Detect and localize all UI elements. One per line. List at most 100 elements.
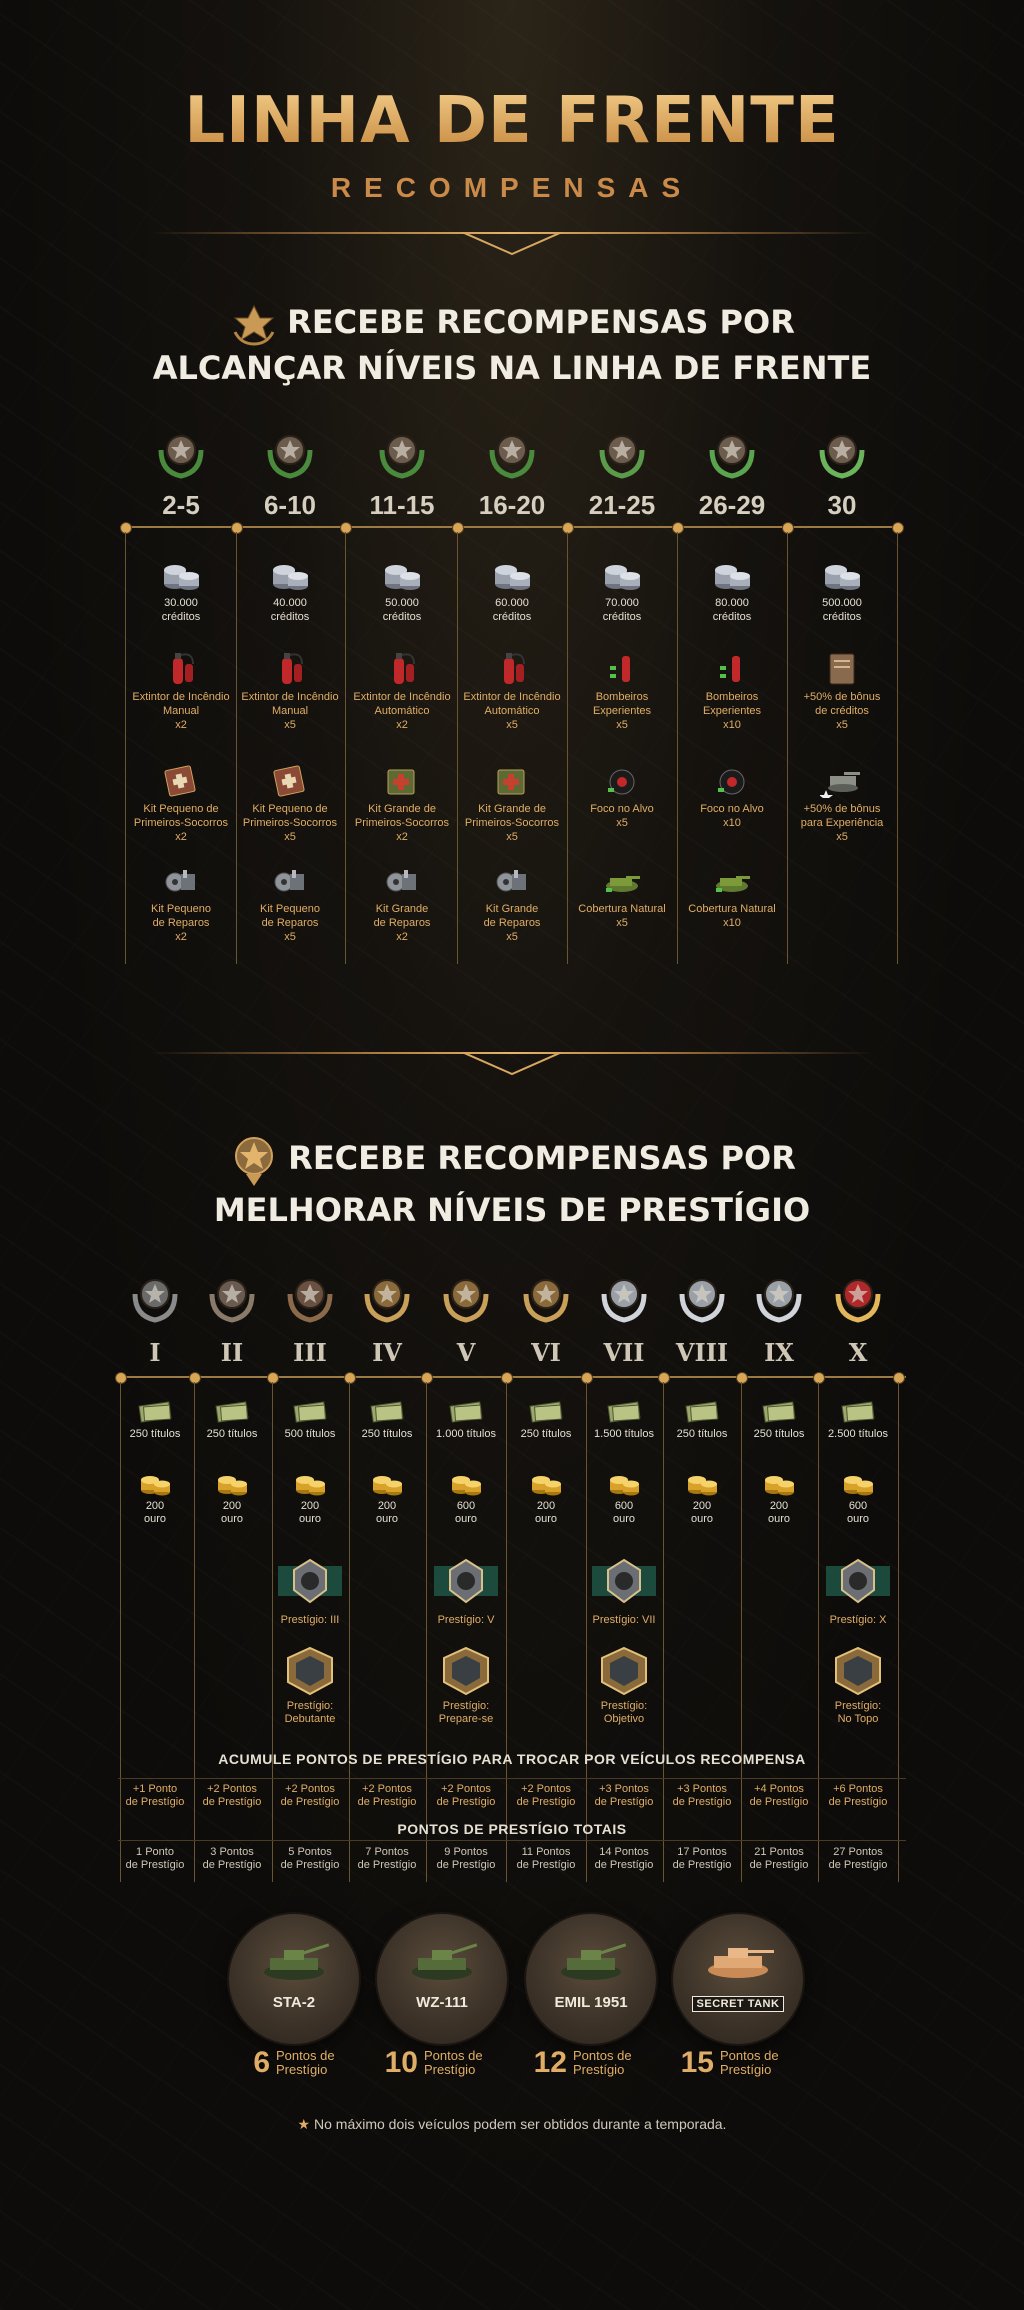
repair-kit-icon: [268, 862, 312, 898]
extinguisher-label: Extintor de Incêndio Manual: [132, 691, 230, 717]
bonds-icon: [839, 1394, 877, 1424]
bonds-reward: 250 títulos: [193, 1394, 271, 1441]
prestige-emblem-reward: Prestígio: X: [819, 1556, 897, 1627]
gold-amount: 200 ouro: [534, 1500, 558, 1525]
prestige-emblem-icon: [278, 1556, 342, 1610]
prestige-rank-badge-icon: [129, 1272, 181, 1324]
credits-icon: [600, 556, 644, 592]
timeline-dot: [672, 522, 684, 534]
kit-qty: x2: [396, 831, 408, 843]
fire-extinguisher-icon: [159, 650, 203, 686]
star-icon: ★: [297, 2116, 314, 2132]
extinguisher-qty: x10: [723, 719, 741, 731]
kit-qty: x5: [616, 817, 628, 829]
column-divider: [345, 532, 346, 964]
section2-title-line2: MELHORAR NÍVEIS DE PRESTÍGIO: [213, 1191, 811, 1229]
timeline-dot: [421, 1372, 433, 1384]
timeline-dot: [115, 1372, 127, 1384]
vehicle-name: SECRET TANK: [673, 1996, 803, 2012]
prestige-emblem-reward: Prestígio: III: [271, 1556, 349, 1627]
level-badge-icon: [376, 428, 428, 480]
frontline-emblem-icon: [233, 304, 275, 346]
extinguisher-label: Extintor de Incêndio Automático: [353, 691, 451, 717]
bonds-reward: 250 títulos: [507, 1394, 585, 1441]
prestige-rank-label: II: [220, 1338, 244, 1367]
section1-title-line2: ALCANÇAR NÍVEIS NA LINHA DE FRENTE: [152, 349, 872, 387]
gold-amount: 200 ouro: [298, 1500, 322, 1525]
bonds-amount: 250 títulos: [520, 1428, 572, 1440]
credits-reward: 60.000 créditos: [458, 556, 566, 624]
repair-qty: x10: [723, 917, 741, 929]
level-badge-icon: [264, 428, 316, 480]
credits-amount: 40.000 créditos: [270, 597, 310, 623]
section1-title: RECEBE RECOMPENSAS POR ALCANÇAR NÍVEIS N…: [0, 300, 1024, 390]
bonds-amount: 2.500 títulos: [828, 1428, 888, 1440]
repair-qty: x5: [506, 931, 518, 943]
level-badge-icon: [706, 428, 758, 480]
prestige-points-gain: +3 Pontos de Prestígio: [594, 1783, 654, 1808]
level-badge-icon: [816, 428, 868, 480]
firefighters-icon: [710, 650, 754, 686]
level-badge-icon: [155, 428, 207, 480]
bonds-amount: 250 títulos: [129, 1428, 181, 1440]
kit-label: +50% de bônus para Experiência: [800, 803, 884, 829]
prestige-emblem-reward: Prestígio: VII: [585, 1556, 663, 1627]
kit-label: Foco no Alvo: [700, 803, 764, 815]
prestige-points-total: 1 Ponto de Prestígio: [125, 1846, 185, 1871]
kit-reward: Foco no Alvo x10: [678, 762, 786, 830]
prestige-points-band: ACUMULE PONTOS DE PRESTÍGIO PARA TROCAR …: [218, 1751, 806, 1767]
bonds-icon: [136, 1394, 174, 1424]
timeline-dot: [562, 522, 574, 534]
prestige-emblem-label: Prestígio: V: [437, 1614, 495, 1626]
fire-extinguisher-icon: [380, 650, 424, 686]
prestige-points-total: 3 Pontos de Prestígio: [202, 1846, 262, 1871]
row-divider: [118, 1840, 906, 1841]
credits-amount: 70.000 créditos: [602, 597, 642, 623]
gold-icon: [447, 1466, 485, 1496]
vehicle-name: WZ-111: [416, 1994, 468, 2011]
gold-icon: [683, 1466, 721, 1496]
credits-icon: [159, 556, 203, 592]
timeline-dot: [267, 1372, 279, 1384]
row-divider: [118, 1778, 906, 1779]
bonds-reward: 500 títulos: [271, 1394, 349, 1441]
prestige-emblem-label: Prestígio: III: [280, 1614, 340, 1626]
credits-amount: 80.000 créditos: [712, 597, 752, 623]
fire-extinguisher-icon: [490, 650, 534, 686]
gold-amount: 600 ouro: [454, 1500, 478, 1525]
repair-label: Kit Grande de Reparos: [483, 903, 541, 929]
level-range-label: 26-29: [698, 490, 766, 520]
timeline-dot: [581, 1372, 593, 1384]
repair-kit-icon: [490, 862, 534, 898]
credits-reward: 500.000 créditos: [788, 556, 896, 624]
vehicle-reward-3: SECRET TANK: [673, 1914, 803, 2044]
large-first-aid-kit-icon: [490, 762, 534, 798]
bonds-reward: 250 títulos: [740, 1394, 818, 1441]
extinguisher-reward: Extintor de Incêndio Manual x2: [127, 650, 235, 732]
repair-label: Kit Pequeno de Reparos: [151, 903, 211, 929]
timeline-dot: [501, 1372, 513, 1384]
timeline-dot: [340, 522, 352, 534]
prestige-rank-label: I: [149, 1338, 161, 1367]
kit-qty: x5: [284, 831, 296, 843]
repair-reward: Kit Grande de Reparos x2: [348, 862, 456, 944]
extinguisher-qty: x5: [284, 719, 296, 731]
vehicle-reward-0: STA-2: [229, 1914, 359, 2044]
credits-amount: 30.000 créditos: [161, 597, 201, 623]
bonds-amount: 1.000 títulos: [436, 1428, 496, 1440]
prestige-style-reward: Prestígio: Prepare-se: [427, 1646, 505, 1726]
prestige-points-gain: +2 Pontos de Prestígio: [280, 1783, 340, 1808]
gold-icon: [136, 1466, 174, 1496]
bonds-amount: 500 títulos: [284, 1428, 336, 1440]
gold-icon: [839, 1466, 877, 1496]
bonds-amount: 250 títulos: [676, 1428, 728, 1440]
prestige-points-total: 17 Pontos de Prestígio: [672, 1846, 732, 1871]
firefighters-icon: [600, 650, 644, 686]
level-badge-icon: [596, 428, 648, 480]
extinguisher-qty: x5: [836, 719, 848, 731]
repair-qty: x2: [175, 931, 187, 943]
repair-reward: Cobertura Natural x10: [678, 862, 786, 930]
credits-reward: 70.000 créditos: [568, 556, 676, 624]
bonds-amount: 250 títulos: [361, 1428, 413, 1440]
credits-amount: 50.000 créditos: [382, 597, 422, 623]
